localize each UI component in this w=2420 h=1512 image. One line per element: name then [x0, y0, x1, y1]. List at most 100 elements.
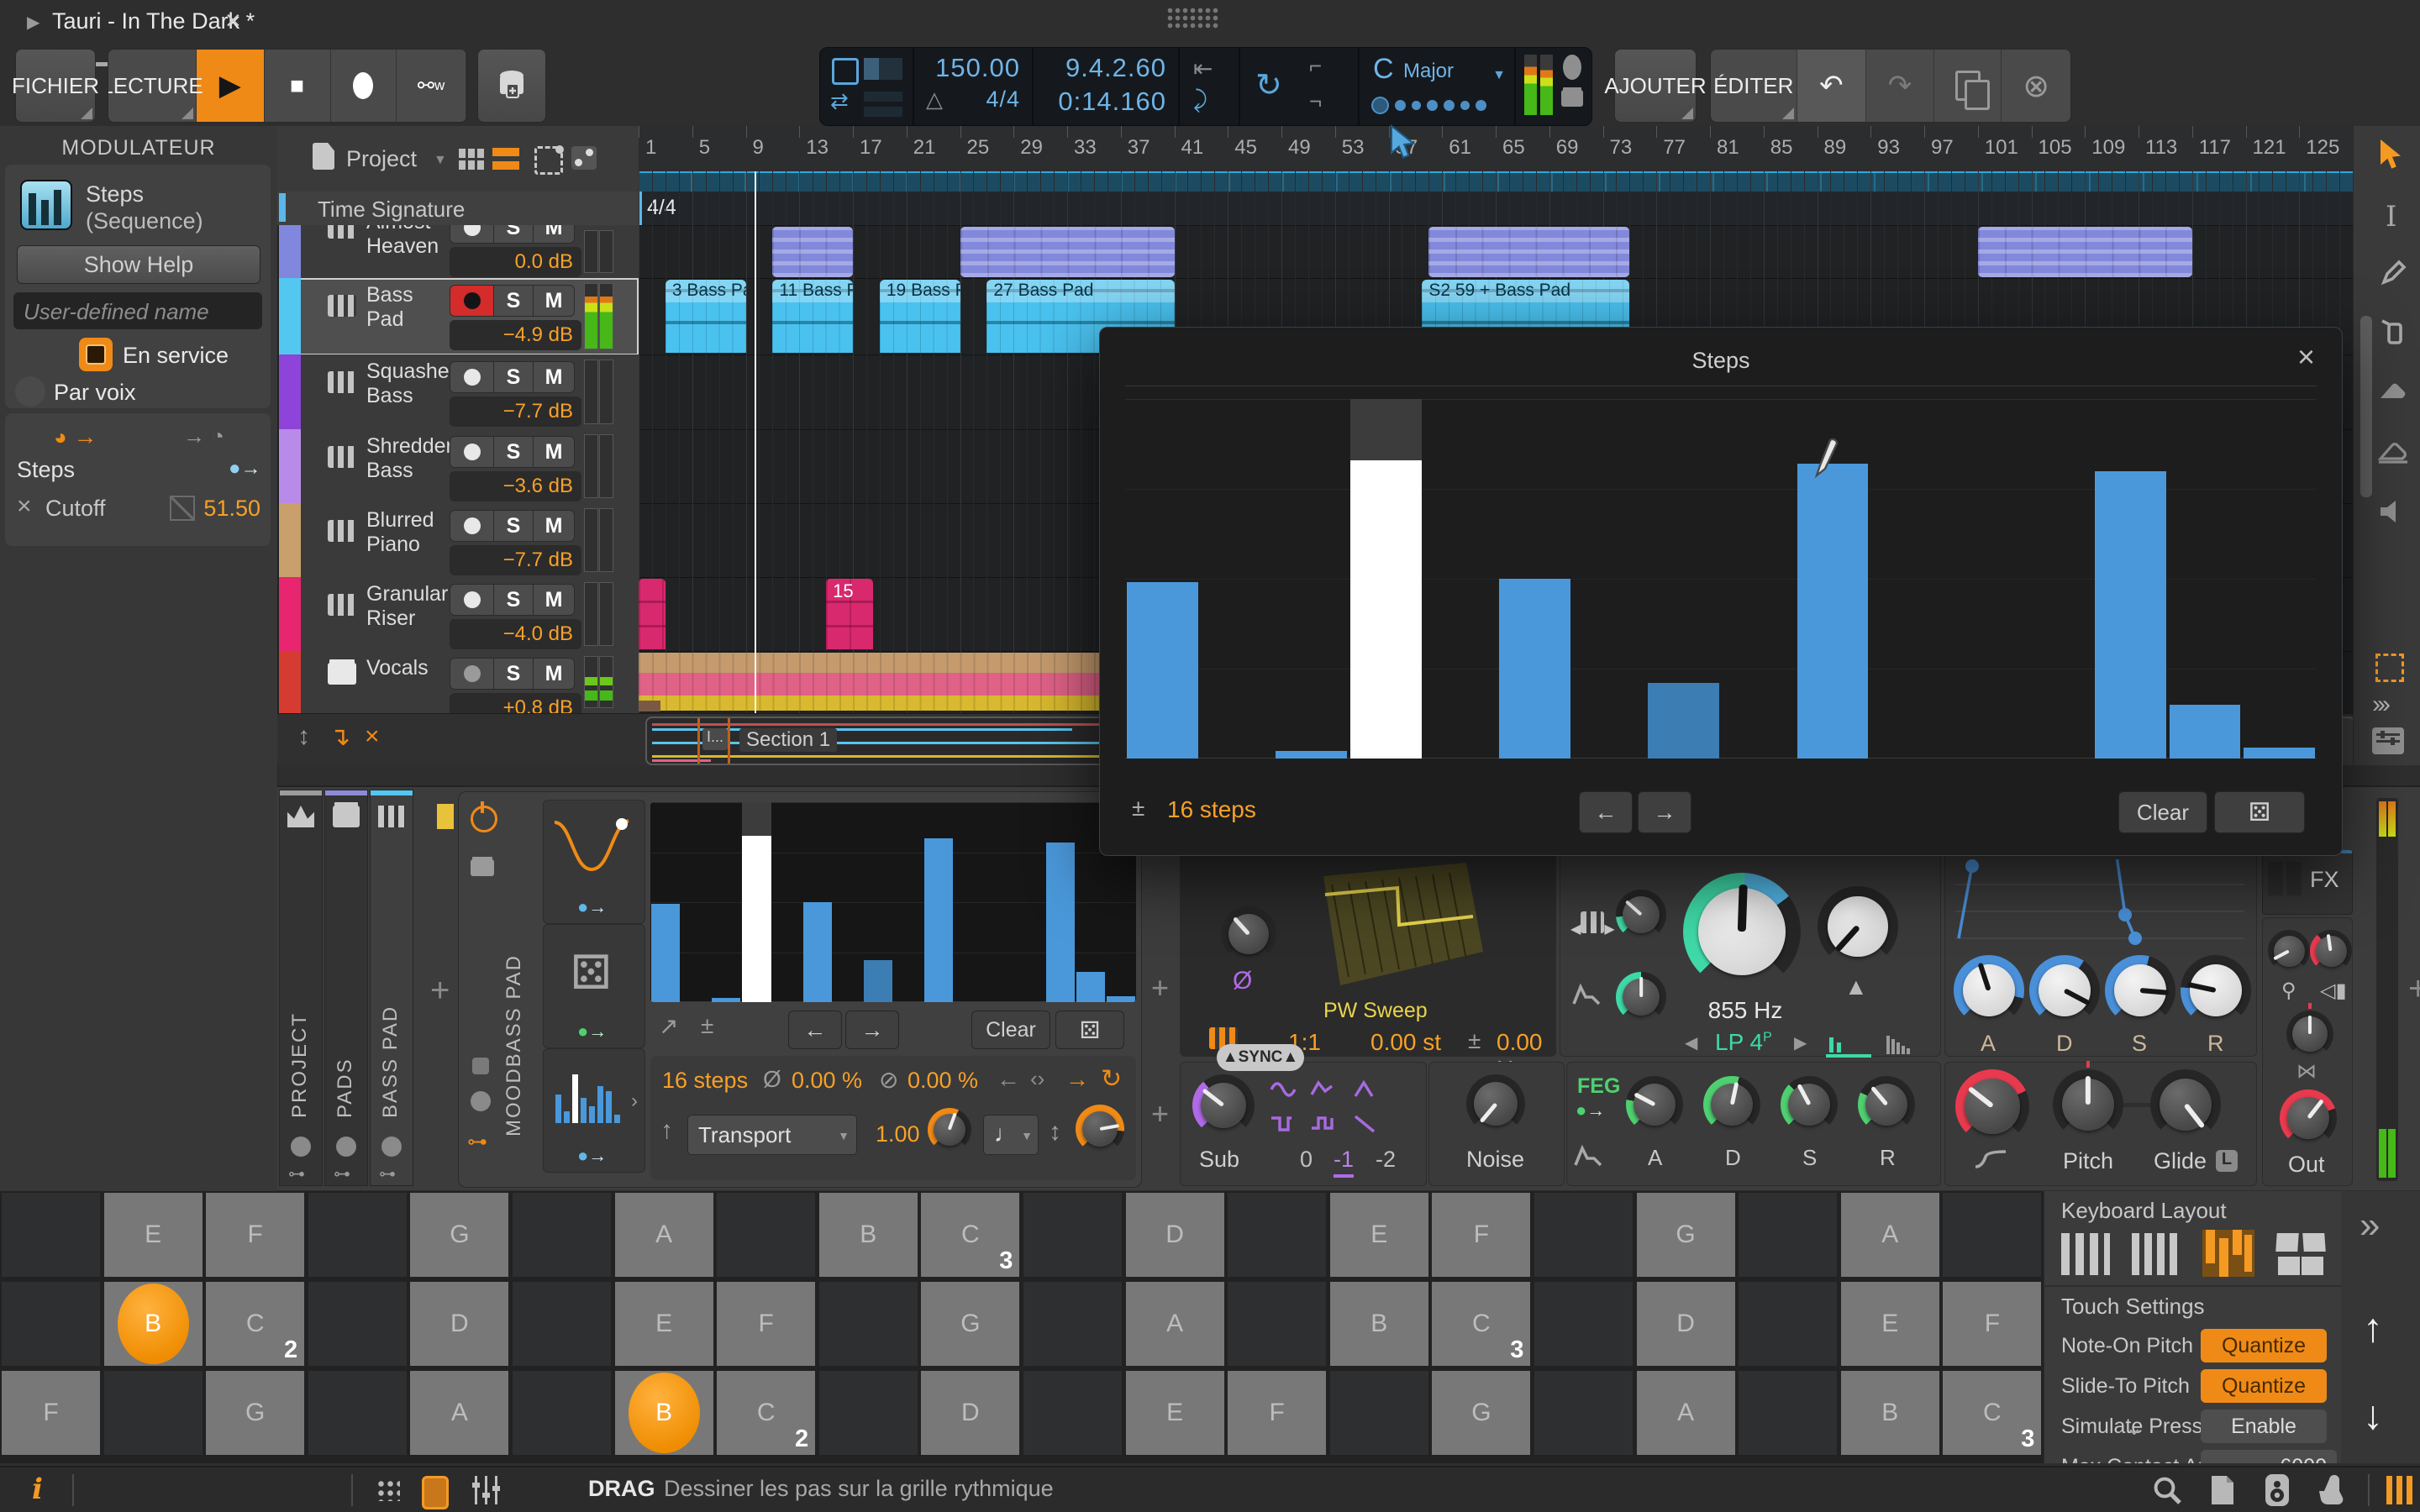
pan-knob[interactable]	[2286, 1011, 2333, 1058]
track-header[interactable]: Squashed BassSM−7.7 dB	[279, 354, 639, 430]
key-black[interactable]	[1023, 1193, 1122, 1277]
amp-d-knob[interactable]	[2029, 955, 2100, 1026]
step-bar[interactable]	[2244, 748, 2315, 759]
mod-amount-value[interactable]: 51.50	[198, 496, 260, 522]
key-black[interactable]	[1943, 1193, 2041, 1277]
key-black[interactable]	[1739, 1282, 1837, 1366]
modulator-slot-lfo[interactable]: ●→	[543, 800, 645, 924]
timeline-ruler[interactable]: 1591317212529333741454953576165697377818…	[639, 126, 2353, 171]
window-drag-dots[interactable]	[1166, 7, 1220, 30]
key-f[interactable]: F	[1943, 1282, 2041, 1366]
pen-tool-icon[interactable]	[2379, 259, 2407, 287]
settings-chevron-icon[interactable]: ⌄	[2125, 1415, 2144, 1441]
key-d[interactable]: D	[410, 1282, 508, 1366]
arranger-settings-icon[interactable]	[2372, 727, 2404, 754]
edit-menu-button[interactable]: ÉDITER	[1711, 50, 1797, 122]
key-black[interactable]	[1534, 1371, 1633, 1455]
marker-short-badge[interactable]: I...	[702, 728, 728, 750]
volume-field[interactable]: −4.9 dB	[450, 320, 581, 350]
clip-almost-heaven[interactable]	[1428, 227, 1629, 277]
solo-button[interactable]: S	[493, 285, 534, 317]
range-icon[interactable]: ↕	[1049, 1118, 1061, 1147]
filter-res-knob[interactable]	[1818, 886, 1898, 967]
step-bar[interactable]	[924, 838, 953, 1002]
clip-granular-riser[interactable]	[639, 579, 666, 649]
device-modout-icon[interactable]: ⊶	[467, 1130, 487, 1154]
filter-type-prev-icon[interactable]: ◀	[1685, 1032, 1697, 1053]
octave-down-icon[interactable]: ↓	[2363, 1393, 2383, 1439]
key-black[interactable]	[1330, 1371, 1428, 1455]
popup-shift-right-button[interactable]: →	[1638, 791, 1691, 833]
track-name[interactable]: Bass Pad	[366, 283, 450, 332]
volume-field[interactable]: +0.8 dB	[450, 693, 581, 714]
sub-wave-icons[interactable]	[1268, 1074, 1394, 1138]
mod-out-icon[interactable]: ●→	[229, 457, 261, 480]
sub-oct-minus1[interactable]: -1	[1334, 1147, 1354, 1178]
osc-pm-icon[interactable]: ±	[1468, 1027, 1481, 1054]
key-a[interactable]: A	[1637, 1371, 1735, 1455]
file-menu-button[interactable]: FICHIER	[15, 49, 96, 123]
device-tab-pads[interactable]: PADS⊶	[324, 790, 368, 1186]
key-d[interactable]: D	[1637, 1282, 1735, 1366]
track-name[interactable]: Vocals	[366, 656, 450, 680]
hp-filter-knob[interactable]	[1955, 1069, 2029, 1143]
out-knob[interactable]	[2280, 1089, 2337, 1147]
filter-freq-value[interactable]: 855 Hz	[1695, 997, 1796, 1024]
device-macro-knob-icon[interactable]	[471, 1091, 491, 1111]
volume-field[interactable]: 0.0 dB	[450, 247, 581, 277]
step-bar[interactable]	[1046, 843, 1075, 1002]
fx-level-knob[interactable]	[2310, 930, 2352, 972]
steps-expand-icon[interactable]: ›	[631, 1089, 638, 1113]
keyboard-expand-icon[interactable]: »	[2360, 1205, 2380, 1247]
timesig-track-header[interactable]: Time Signature	[277, 192, 639, 226]
steps-count-value[interactable]: 16 steps	[662, 1068, 748, 1094]
steps-mini-chart[interactable]	[650, 802, 1136, 1002]
lecture-menu-button[interactable]: LECTURE	[108, 50, 197, 122]
punch-in-icon[interactable]: ⇤	[1193, 55, 1213, 82]
ibeam-tool-icon[interactable]: I	[2386, 200, 2396, 234]
steps-popup-close-icon[interactable]: ×	[2297, 339, 2315, 375]
key-dropdown-icon[interactable]: ▼	[1492, 68, 1506, 83]
clock-source-select[interactable]: Transport ▼	[687, 1115, 857, 1155]
pointer-tool-icon[interactable]	[2377, 138, 2407, 171]
step-bar[interactable]	[1076, 972, 1105, 1002]
step-bar[interactable]	[1797, 464, 1869, 759]
stop-button[interactable]: ■	[265, 50, 331, 122]
filter-env-icon[interactable]	[1572, 982, 1602, 1007]
retrigger-icon[interactable]: ↑	[660, 1116, 673, 1145]
mute-button[interactable]: M	[533, 285, 575, 317]
clip-almost-heaven[interactable]	[772, 227, 853, 277]
volume-field[interactable]: −7.7 dB	[450, 545, 581, 575]
mute-button[interactable]: M	[533, 658, 575, 690]
random-modout-icon[interactable]: ●→	[577, 1021, 607, 1042]
play-button[interactable]: ▶	[197, 50, 265, 122]
filter-env-knob[interactable]	[1616, 972, 1666, 1022]
record-arm-button[interactable]	[450, 285, 495, 317]
mute-button[interactable]: M	[533, 510, 575, 542]
filter-drive-knob[interactable]	[1616, 890, 1666, 940]
crossfade-icon[interactable]: ⋈	[2296, 1059, 2317, 1084]
solo-button[interactable]: S	[493, 658, 534, 690]
feg-r-knob[interactable]	[1858, 1076, 1915, 1133]
mod-target-tab-icon[interactable]: → ◔	[183, 423, 224, 449]
device-preset-folder-icon[interactable]	[471, 859, 494, 876]
key-black[interactable]	[2, 1193, 100, 1277]
key-f[interactable]: F	[2, 1371, 100, 1455]
audition-tool-icon[interactable]	[2377, 499, 2407, 524]
amp-r-knob[interactable]	[2181, 955, 2251, 1026]
loop-mode-icon[interactable]: ↻	[1101, 1064, 1122, 1094]
tab-modout-icon[interactable]: ⊶	[334, 1163, 350, 1184]
key-b[interactable]: B	[615, 1371, 713, 1455]
sub-knob[interactable]	[1192, 1074, 1255, 1137]
tab-knob-icon[interactable]	[336, 1137, 356, 1157]
device-name[interactable]: MOODBASS PAD	[502, 843, 526, 1137]
key-black[interactable]	[2, 1282, 100, 1366]
key-a[interactable]: A	[410, 1371, 508, 1455]
dir-left-icon[interactable]: ←	[997, 1066, 1020, 1093]
amp-env-display[interactable]	[1952, 859, 2248, 947]
postroll-icon[interactable]: ¬	[1309, 88, 1322, 114]
key-black[interactable]	[819, 1371, 918, 1455]
modulator-slot-steps[interactable]: › ●→	[543, 1048, 645, 1173]
feg-s-knob[interactable]	[1781, 1076, 1838, 1133]
steps-random-button[interactable]: ⚄	[1055, 1011, 1124, 1049]
